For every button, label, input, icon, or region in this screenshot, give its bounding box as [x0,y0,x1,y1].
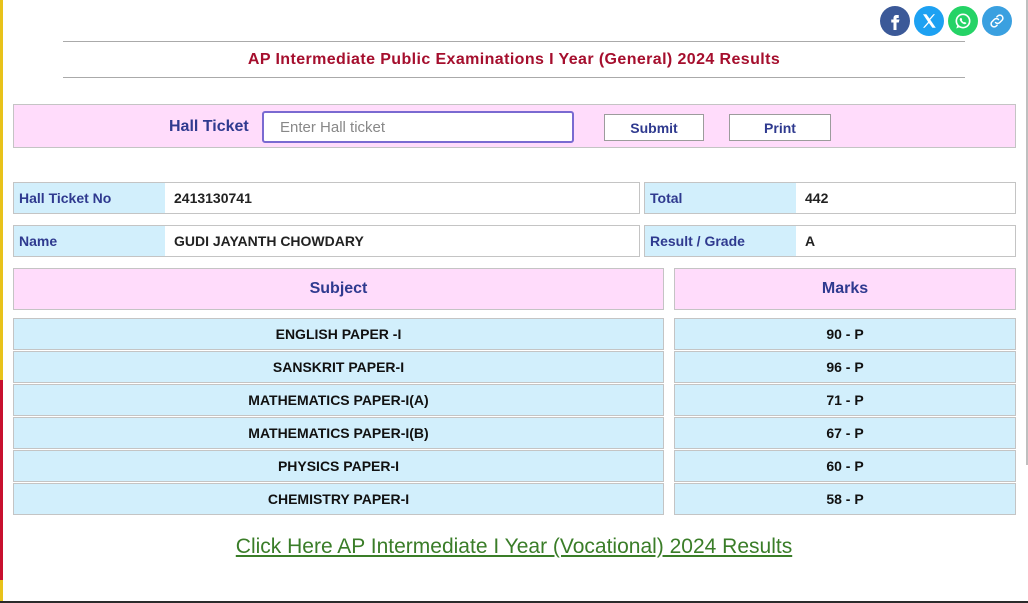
subject-cell: CHEMISTRY PAPER-I [13,483,664,515]
hall-ticket-no-label: Hall Ticket No [14,183,165,213]
name-label: Name [14,226,165,256]
result-grade-value: A [805,233,816,249]
print-button[interactable]: Print [729,114,831,141]
total-label: Total [645,183,796,213]
top-divider [63,41,965,42]
title-divider [63,77,965,78]
subject-cell: MATHEMATICS PAPER-I(A) [13,384,664,416]
x-twitter-icon[interactable] [914,6,944,36]
submit-button[interactable]: Submit [604,114,704,141]
hall-ticket-search-bar: Hall Ticket Submit Print [13,104,1016,148]
total-value: 442 [805,190,829,206]
hall-ticket-label: Hall Ticket [169,118,249,135]
marks-cell: 71 - P [674,384,1016,416]
marks-cell: 67 - P [674,417,1016,449]
left-edge-strip [0,0,3,603]
marks-cell: 96 - P [674,351,1016,383]
result-grade-label: Result / Grade [645,226,796,256]
subject-cell: ENGLISH PAPER -I [13,318,664,350]
vocational-results-link[interactable]: Click Here AP Intermediate I Year (Vocat… [0,535,1028,559]
name-value: GUDI JAYANTH CHOWDARY [174,233,364,249]
subject-cell: SANSKRIT PAPER-I [13,351,664,383]
name-row: Name GUDI JAYANTH CHOWDARY [13,225,640,257]
hall-ticket-no-value: 2413130741 [174,190,252,206]
result-grade-row: Result / Grade A [644,225,1016,257]
marks-column-header: Marks [674,268,1016,310]
hall-ticket-no-row: Hall Ticket No 2413130741 [13,182,640,214]
link-icon[interactable] [982,6,1012,36]
share-buttons [880,6,1012,36]
subject-column-header: Subject [13,268,664,310]
page-title: AP Intermediate Public Examinations I Ye… [247,51,781,68]
whatsapp-icon[interactable] [948,6,978,36]
total-row: Total 442 [644,182,1016,214]
marks-cell: 58 - P [674,483,1016,515]
hall-ticket-input[interactable] [262,111,574,143]
subject-cell: PHYSICS PAPER-I [13,450,664,482]
facebook-icon[interactable] [880,6,910,36]
marks-cell: 60 - P [674,450,1016,482]
marks-cell: 90 - P [674,318,1016,350]
subject-cell: MATHEMATICS PAPER-I(B) [13,417,664,449]
